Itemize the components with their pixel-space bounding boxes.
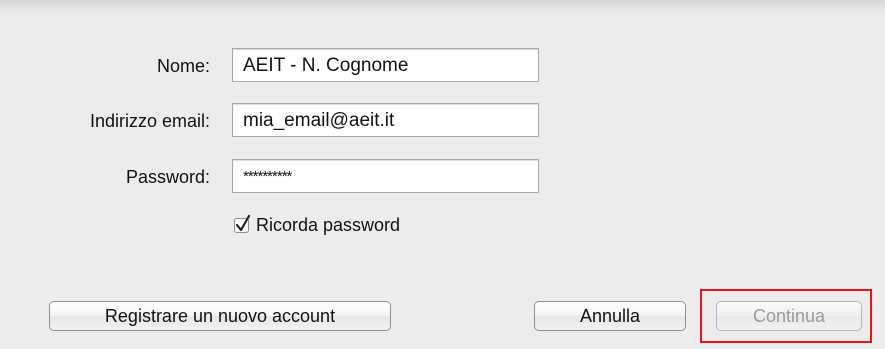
email-label: Indirizzo email: (89, 111, 210, 131)
remember-password-label: Ricorda password (256, 215, 401, 235)
window-top-edge (0, 0, 885, 14)
name-field[interactable]: AEIT - N. Cognome (232, 48, 539, 82)
password-row: Password: ********** (0, 159, 885, 197)
remember-password-checkbox[interactable] (234, 214, 251, 233)
continue-highlight-box (700, 289, 872, 343)
name-row: Nome: AEIT - N. Cognome (0, 48, 885, 86)
register-account-button[interactable]: Registrare un nuovo account (49, 301, 391, 331)
password-field[interactable]: ********** (232, 159, 539, 193)
cancel-button[interactable]: Annulla (534, 301, 686, 331)
password-label: Password: (125, 167, 210, 187)
name-label: Nome: (156, 56, 210, 76)
email-field[interactable]: mia_email@aeit.it (232, 103, 539, 137)
checkmark-icon (235, 214, 251, 232)
email-row: Indirizzo email: mia_email@aeit.it (0, 103, 885, 141)
